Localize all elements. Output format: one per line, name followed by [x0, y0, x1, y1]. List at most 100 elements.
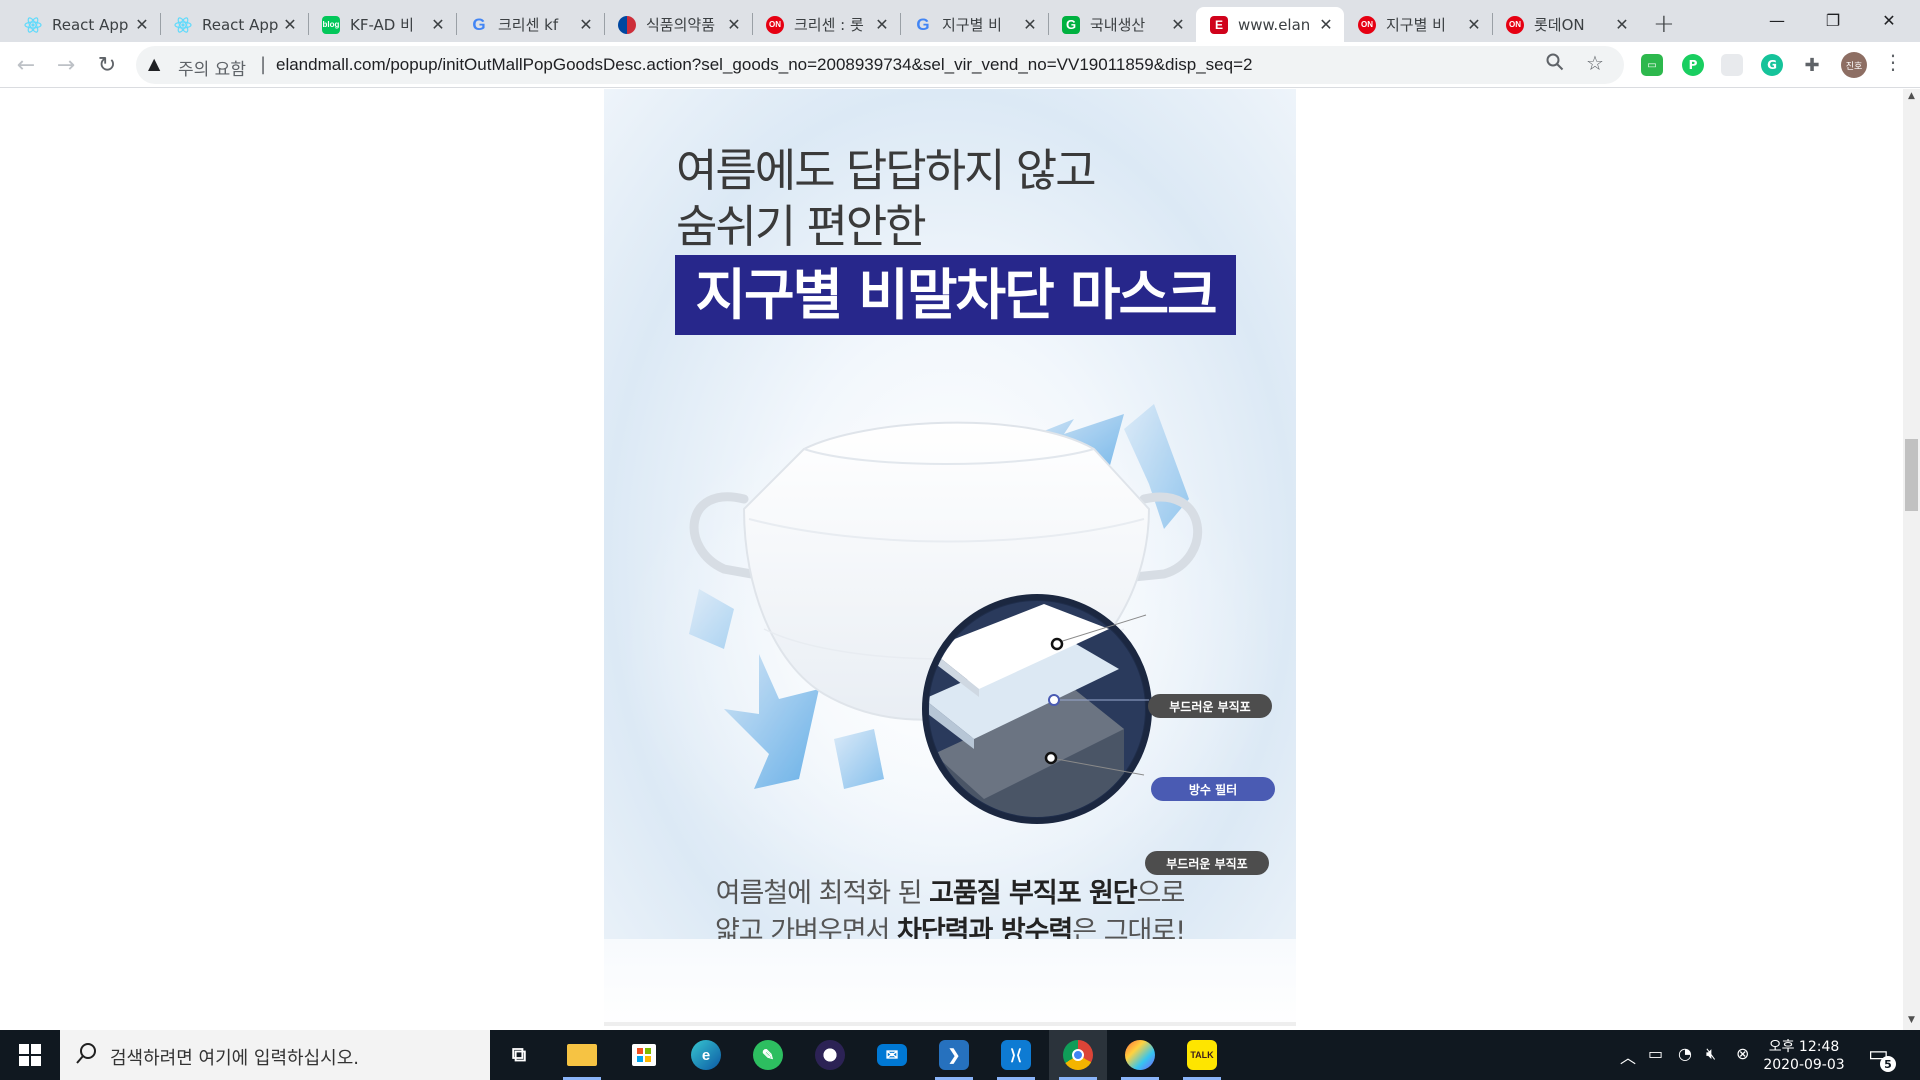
extension-screen-icon[interactable]: ▭ [1641, 54, 1663, 76]
close-icon[interactable]: ✕ [726, 15, 742, 34]
powershell-icon: ❯ [939, 1040, 969, 1070]
taskbar-search-box[interactable]: 검색하려면 여기에 입력하십시오. [60, 1030, 490, 1080]
desc-text: 은 그대로! [1072, 916, 1186, 939]
extensions-puzzle-icon[interactable]: ✚ [1801, 54, 1823, 76]
eland-icon: E [1210, 15, 1228, 34]
google-icon: G [472, 14, 486, 34]
wifi-icon[interactable]: ◔ [1678, 1044, 1692, 1063]
tab-title: KF-AD 비 [350, 16, 414, 34]
vscode-icon: ⟩⟨ [1001, 1040, 1031, 1070]
close-icon[interactable]: ✕ [874, 15, 890, 34]
close-icon[interactable]: ✕ [1318, 15, 1334, 34]
tab-lotteon-2[interactable]: ON 지구별 비 ✕ [1344, 7, 1492, 42]
tab-google-search-2[interactable]: G 지구별 비 ✕ [900, 7, 1048, 42]
search-icon [76, 1042, 98, 1070]
kakaotalk-icon: TALK [1187, 1040, 1217, 1070]
close-icon[interactable]: ✕ [1466, 15, 1482, 34]
tab-title: 크리센 : 롯 [794, 16, 864, 34]
restore-button[interactable]: ❐ [1805, 4, 1861, 36]
taskbar-vscode[interactable]: ⟩⟨ [987, 1030, 1045, 1080]
tab-title: 롯데ON [1534, 16, 1585, 34]
scroll-down-arrow-icon[interactable]: ▼ [1903, 1015, 1920, 1025]
taskbar-store[interactable] [615, 1030, 673, 1080]
close-icon[interactable]: ✕ [134, 15, 150, 34]
close-icon[interactable]: ✕ [578, 15, 594, 34]
back-button[interactable]: ← [9, 48, 43, 82]
tab-domestic[interactable]: G 국내생산 ✕ [1048, 7, 1196, 42]
clock-date[interactable]: 2020-09-03 [1760, 1057, 1848, 1073]
taskbar-kakaotalk[interactable]: TALK [1173, 1030, 1231, 1080]
taskbar-edge[interactable]: e [677, 1030, 735, 1080]
reload-button[interactable]: ↻ [90, 48, 124, 82]
network-disconnected-icon[interactable]: ⊗ [1736, 1044, 1749, 1063]
page-viewport: 여름에도 답답하지 않고 숨쉬기 편안한 지구별 비말차단 마스크 부드러운 부… [0, 89, 1903, 1030]
close-icon[interactable]: ✕ [430, 15, 446, 34]
desc-emphasis: 고품질 부직포 원단 [929, 878, 1138, 909]
profile-avatar[interactable]: 진호 [1841, 52, 1867, 78]
lotteon-icon: ON [1358, 15, 1376, 34]
tab-google-search-1[interactable]: G 크리센 kf ✕ [456, 7, 604, 42]
tab-react-app-1[interactable]: React App ✕ [0, 7, 160, 42]
close-icon[interactable]: ✕ [1614, 15, 1630, 34]
vertical-scrollbar[interactable]: ▲ ▼ [1903, 89, 1920, 1030]
close-icon[interactable]: ✕ [1170, 15, 1186, 34]
security-label[interactable]: 주의 요함 [178, 55, 246, 80]
taskbar-paint[interactable] [1111, 1030, 1169, 1080]
layer-label-filter: 방수 필터 [1151, 777, 1275, 801]
eclipse-icon [815, 1040, 845, 1070]
store-icon [632, 1044, 656, 1066]
zoom-icon[interactable] [1546, 53, 1564, 76]
extension-blank-icon[interactable] [1721, 54, 1743, 76]
close-icon[interactable]: ✕ [282, 15, 298, 34]
window-close-button[interactable]: ✕ [1861, 4, 1917, 36]
lotteon-icon: ON [1506, 15, 1524, 34]
product-image-bottom [604, 939, 1296, 1029]
evernote-icon: ✎ [753, 1040, 783, 1070]
tab-react-app-2[interactable]: React App ✕ [160, 7, 308, 42]
desc-emphasis: 차단력과 방수력 [896, 916, 1073, 939]
notification-count-badge: 5 [1880, 1056, 1896, 1072]
bookmark-star-icon[interactable]: ☆ [1586, 51, 1604, 75]
taskbar-file-explorer[interactable] [553, 1030, 611, 1080]
browser-toolbar: ← → ↻ ▲ 주의 요함 | elandmall.com/popup/init… [0, 42, 1920, 88]
minimize-button[interactable]: — [1749, 4, 1805, 36]
task-view-button[interactable]: ⧉ [490, 1030, 548, 1080]
taskbar-evernote[interactable]: ✎ [739, 1030, 797, 1080]
forward-button[interactable]: → [49, 48, 83, 82]
tab-kf-ad[interactable]: blog KF-AD 비 ✕ [308, 7, 456, 42]
new-tab-button[interactable]: + [1653, 9, 1675, 39]
clock-time[interactable]: 오후 12:48 [1760, 1036, 1848, 1056]
windows-taskbar: 검색하려면 여기에 입력하십시오. ⧉ e ✎ ✉ ❯ ⟩⟨ TALK ︿ ▭ [0, 1030, 1920, 1080]
tab-title: 국내생산 [1090, 16, 1146, 34]
desc-text: 얇고 가벼우면서 [714, 916, 897, 939]
taskbar-eclipse[interactable] [801, 1030, 859, 1080]
blog-icon: blog [322, 15, 340, 34]
address-bar[interactable]: ▲ 주의 요함 | elandmall.com/popup/initOutMal… [136, 46, 1624, 84]
warning-icon[interactable]: ▲ [148, 54, 160, 73]
url-text[interactable]: elandmall.com/popup/initOutMallPopGoodsD… [276, 55, 1252, 75]
battery-icon[interactable]: ▭ [1648, 1044, 1663, 1063]
start-button[interactable] [0, 1030, 60, 1080]
taskbar-chrome[interactable] [1049, 1030, 1107, 1080]
layer-label-outer: 부드러운 부직포 [1148, 694, 1272, 718]
search-placeholder: 검색하려면 여기에 입력하십시오. [110, 1048, 360, 1069]
tab-lotteon-3[interactable]: ON 롯데ON ✕ [1492, 7, 1640, 42]
show-hidden-icons-chevron-icon[interactable]: ︿ [1620, 1044, 1636, 1068]
g-icon: G [1062, 15, 1080, 34]
tab-lotteon-1[interactable]: ON 크리센 : 롯 ✕ [752, 7, 900, 42]
taskbar-powershell[interactable]: ❯ [925, 1030, 983, 1080]
tab-elandmall[interactable]: E www.elan ✕ [1196, 7, 1344, 42]
react-icon [24, 16, 42, 34]
browser-menu-icon[interactable]: ⋮ [1883, 50, 1903, 74]
close-icon[interactable]: ✕ [1022, 15, 1038, 34]
grammarly-icon[interactable]: G [1761, 54, 1783, 76]
lotteon-icon: ON [766, 15, 784, 34]
tab-mfds[interactable]: 식품의약품 ✕ [604, 7, 752, 42]
scrollbar-thumb[interactable] [1905, 439, 1918, 511]
volume-muted-icon[interactable]: 🔇︎ [1706, 1044, 1716, 1064]
extension-p-icon[interactable]: P [1682, 54, 1704, 76]
scroll-up-arrow-icon[interactable]: ▲ [1903, 91, 1920, 101]
chrome-icon [1063, 1040, 1093, 1070]
tab-title: React App [52, 15, 129, 34]
taskbar-mail[interactable]: ✉ [863, 1030, 921, 1080]
